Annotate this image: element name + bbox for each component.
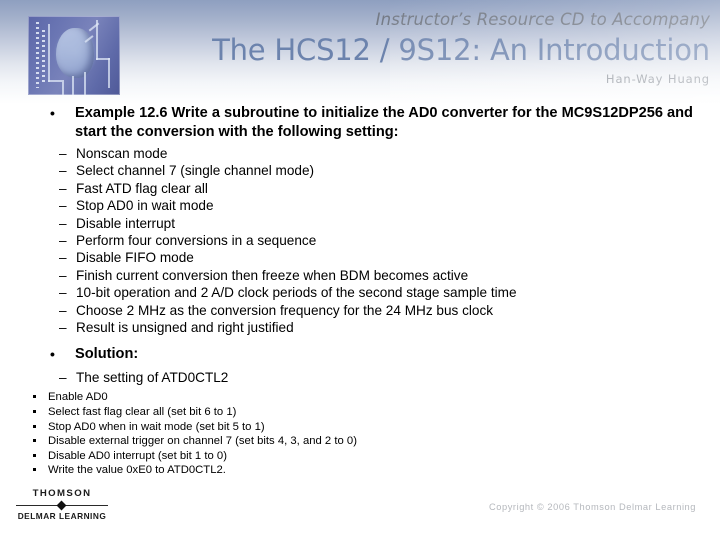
list-item-label: Disable AD0 interrupt (set bit 1 to 0): [48, 449, 227, 462]
example-block: • Example 12.6 Write a subroutine to ini…: [0, 104, 720, 141]
list-item-label: Enable AD0: [48, 391, 108, 404]
circuit-dot-column: [42, 30, 45, 82]
list-item: – Finish current conversion then freeze …: [59, 267, 720, 284]
solution-block: • Solution:: [0, 345, 720, 364]
list-item-label: Choose 2 MHz as the conversion frequency…: [76, 302, 494, 318]
bullet-dash-icon: –: [59, 369, 67, 385]
list-item-label: Result is unsigned and right justified: [76, 320, 294, 336]
circuit-dot-column: [36, 22, 39, 88]
bullet-square-icon: [33, 439, 36, 443]
list-item: Stop AD0 when in wait mode (set bit 5 to…: [32, 420, 720, 435]
list-item: Write the value 0xE0 to ATD0CTL2.: [32, 463, 720, 478]
bullet-dash-icon: –: [59, 250, 67, 266]
list-item-label: Disable FIFO mode: [76, 250, 194, 266]
bullet-square-icon: [33, 409, 36, 413]
list-item: – Stop AD0 in wait mode: [59, 197, 720, 214]
list-item: – Perform four conversions in a sequence: [59, 232, 720, 249]
list-item-label: Stop AD0 when in wait mode (set bit 5 to…: [48, 420, 265, 433]
slide-footer: THOMSON DELMAR LEARNING Copyright © 2006…: [0, 484, 720, 540]
list-item-label: Perform four conversions in a sequence: [76, 233, 317, 249]
list-item-label: 10-bit operation and 2 A/D clock periods…: [76, 285, 517, 301]
list-item: – Result is unsigned and right justified: [59, 319, 720, 336]
bullet-dash-icon: –: [59, 233, 67, 249]
bullet-dash-icon: –: [59, 285, 67, 301]
list-item: – Fast ATD flag clear all: [59, 180, 720, 197]
list-item-label: Stop AD0 in wait mode: [76, 198, 214, 214]
list-item: – The setting of ATD0CTL2: [59, 369, 720, 386]
list-item-label: The setting of ATD0CTL2: [76, 369, 229, 385]
list-item: – Disable FIFO mode: [59, 249, 720, 266]
circuit-trace: [108, 58, 110, 88]
list-item-label: Select channel 7 (single channel mode): [76, 163, 315, 179]
thomson-wordmark: THOMSON: [32, 488, 92, 499]
list-item: – Disable interrupt: [59, 215, 720, 232]
bullet-square-icon: [33, 395, 36, 399]
list-item-label: Disable external trigger on channel 7 (s…: [48, 435, 357, 448]
list-item: – Select channel 7 (single channel mode): [59, 162, 720, 179]
circuit-trace: [84, 72, 86, 95]
face-profile-shape: [56, 28, 94, 78]
slide-body: • Example 12.6 Write a subroutine to ini…: [0, 104, 720, 484]
accompany-line: Instructor’s Resource CD to Accompany: [375, 10, 710, 29]
bullet-dot-icon: •: [50, 346, 55, 363]
bullet-dash-icon: –: [59, 146, 67, 161]
logo-divider: [16, 500, 108, 511]
bullet-dash-icon: –: [59, 215, 67, 231]
bullet-dash-icon: –: [59, 198, 67, 214]
list-item: – Choose 2 MHz as the conversion frequen…: [59, 302, 720, 319]
thomson-delmar-logo: THOMSON DELMAR LEARNING: [16, 488, 108, 522]
example-heading-text: Example 12.6 Write a subroutine to initi…: [75, 105, 693, 140]
example-heading: • Example 12.6 Write a subroutine to ini…: [46, 104, 720, 141]
list-item-label: Disable interrupt: [76, 215, 175, 231]
book-title: The HCS12 / 9S12: An Introduction: [212, 33, 710, 67]
bullet-dash-icon: –: [59, 163, 67, 179]
list-item-label: Select fast flag clear all (set bit 6 to…: [48, 405, 237, 418]
list-item-label: Fast ATD flag clear all: [76, 180, 208, 196]
list-item-label: Finish current conversion then freeze wh…: [76, 267, 469, 283]
circuit-trace: [72, 76, 74, 95]
solution-steps-list: Enable AD0 Select fast flag clear all (s…: [0, 390, 720, 478]
list-item: Enable AD0: [32, 390, 720, 405]
list-item: Disable AD0 interrupt (set bit 1 to 0): [32, 449, 720, 464]
solution-subheading-list: – The setting of ATD0CTL2: [0, 369, 720, 386]
list-item: – Nonscan mode: [59, 145, 720, 162]
list-item: Disable external trigger on channel 7 (s…: [32, 434, 720, 449]
example-requirements-list: – Nonscan mode – Select channel 7 (singl…: [0, 145, 720, 336]
author-line: Han-Way Huang: [605, 72, 710, 86]
bullet-dot-icon: •: [50, 105, 55, 121]
copyright-text: Copyright © 2006 Thomson Delmar Learning: [489, 502, 696, 512]
list-item: Select fast flag clear all (set bit 6 to…: [32, 405, 720, 420]
list-item-label: Write the value 0xE0 to ATD0CTL2.: [48, 464, 226, 477]
bullet-square-icon: [33, 468, 36, 472]
circuit-trace: [48, 24, 50, 82]
bullet-square-icon: [33, 453, 36, 457]
cover-art-icon: [28, 16, 120, 95]
list-item: – 10-bit operation and 2 A/D clock perio…: [59, 284, 720, 301]
circuit-trace: [62, 82, 64, 95]
bullet-dash-icon: –: [59, 267, 67, 283]
bullet-dash-icon: –: [59, 180, 67, 196]
solution-heading-text: Solution:: [75, 346, 139, 363]
list-item-label: Nonscan mode: [76, 146, 168, 161]
bullet-square-icon: [33, 424, 36, 428]
header-text-block: Instructor’s Resource CD to Accompany Th…: [150, 10, 710, 87]
solution-heading: • Solution:: [46, 345, 720, 364]
slide-header: Instructor’s Resource CD to Accompany Th…: [0, 0, 720, 104]
delmar-learning-wordmark: DELMAR LEARNING: [17, 511, 107, 521]
bullet-dash-icon: –: [59, 302, 67, 318]
bullet-dash-icon: –: [59, 320, 67, 336]
diamond-icon: [56, 500, 67, 511]
